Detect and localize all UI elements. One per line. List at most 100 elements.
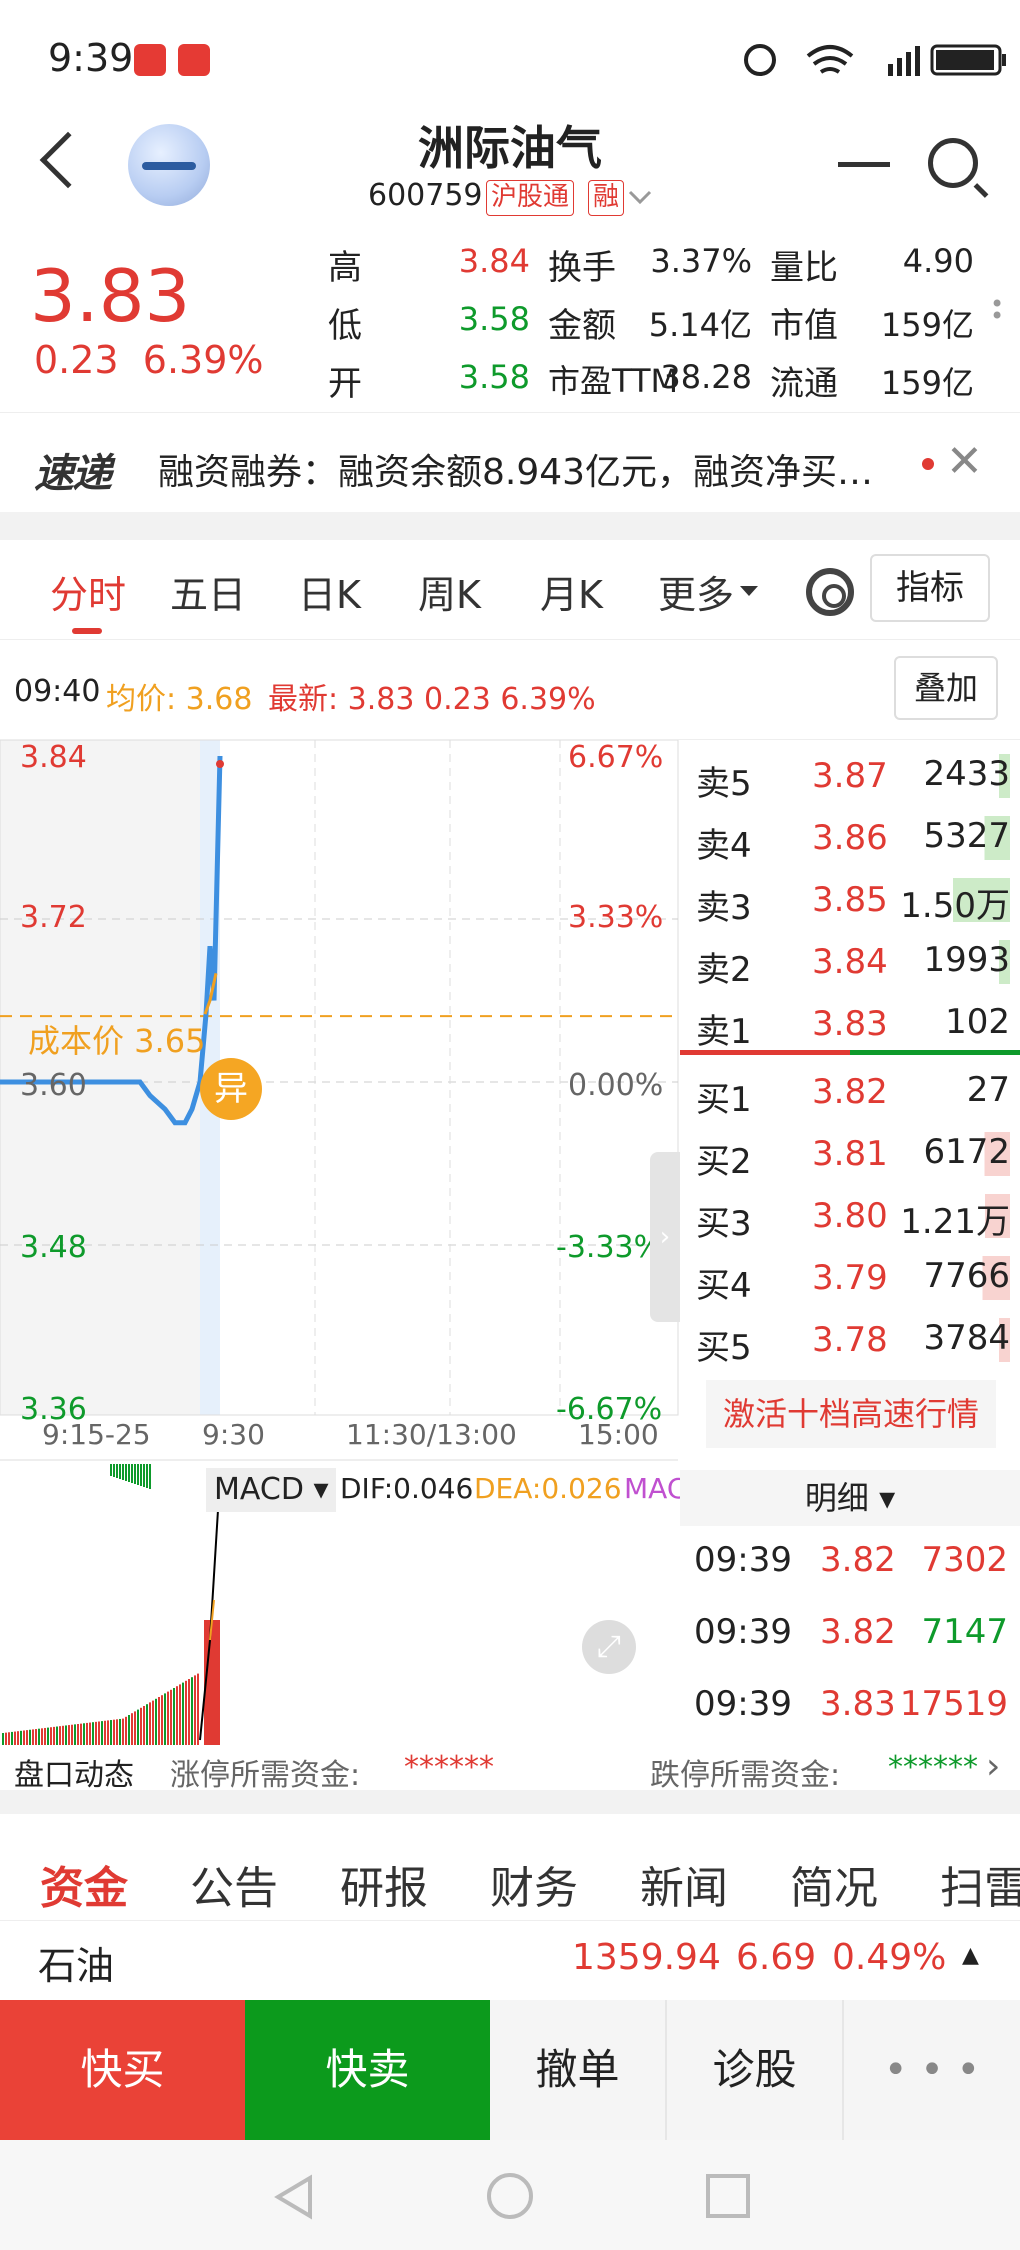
macd-bar xyxy=(164,1693,166,1745)
open-label: 开 xyxy=(328,364,362,404)
ask-row[interactable]: 卖4 3.86 5327 xyxy=(680,808,1020,870)
bid-price: 3.81 xyxy=(812,1134,888,1174)
news-banner[interactable]: 速递 融资融券：融资余额8.943亿元，融资净买… xyxy=(0,412,1020,512)
ask-row[interactable]: 卖1 3.83 102 xyxy=(680,994,1020,1056)
macd-bar-neg xyxy=(149,1464,151,1489)
bid-row[interactable]: 买3 3.80 1.21万 xyxy=(680,1186,1020,1248)
tab-news[interactable]: 新闻 xyxy=(640,1852,728,1916)
bid-row[interactable]: 买4 3.79 7766 xyxy=(680,1248,1020,1310)
bid-price: 3.80 xyxy=(812,1196,888,1236)
search-icon[interactable] xyxy=(928,138,978,188)
intraday-chart[interactable]: 3.84 3.72 3.60 3.48 3.36 6.67% 3.33% 0.0… xyxy=(0,739,680,1750)
macd-bar xyxy=(2,1733,4,1745)
tab-more[interactable]: 更多 xyxy=(658,564,734,619)
float-cap-value: 159亿 xyxy=(880,364,974,402)
macd-bar-neg xyxy=(125,1464,127,1481)
macd-selector[interactable]: MACD ▾ xyxy=(206,1468,336,1512)
limit-down-label: 跌停所需资金: xyxy=(650,1758,841,1793)
tab-profile[interactable]: 简况 xyxy=(790,1852,878,1916)
tab-five-day[interactable]: 五日 xyxy=(170,564,246,619)
macd-bar xyxy=(197,1673,199,1745)
y-tick-label-right: -3.33% xyxy=(556,1230,663,1265)
macd-bar xyxy=(77,1724,79,1745)
tab-funds[interactable]: 资金 xyxy=(40,1852,128,1916)
trade-time: 09:39 xyxy=(694,1540,792,1580)
quick-buy-button[interactable]: 快买 xyxy=(0,2000,245,2140)
sector-row[interactable]: 石油 1359.94 6.69 0.49% ▲ xyxy=(0,1920,1020,2000)
overlay-button[interactable]: 叠加 xyxy=(894,656,998,720)
unread-dot-icon xyxy=(922,458,934,470)
gear-icon[interactable] xyxy=(806,568,854,616)
macd-bar-neg xyxy=(146,1464,148,1488)
trade-volume: 7302 xyxy=(921,1540,1008,1580)
caret-up-icon[interactable]: ▲ xyxy=(962,1943,979,1968)
recents-icon[interactable] xyxy=(704,2172,752,2220)
tab-daily-k[interactable]: 日K xyxy=(298,564,361,619)
tab-monthly-k[interactable]: 月K xyxy=(540,564,603,619)
tab-intraday[interactable]: 分时 xyxy=(50,564,126,619)
minimize-icon[interactable] xyxy=(838,162,890,167)
collapse-handle[interactable]: › xyxy=(650,1152,680,1322)
more-icon[interactable]: • • • xyxy=(844,2000,1020,2140)
tab-financials[interactable]: 财务 xyxy=(490,1852,578,1916)
macd-bar xyxy=(194,1675,196,1745)
quick-sell-button[interactable]: 快卖 xyxy=(245,2000,490,2140)
ask-price: 3.87 xyxy=(812,756,888,796)
bid-label: 买3 xyxy=(696,1204,752,1244)
y-tick-label: 3.60 xyxy=(20,1068,87,1103)
bid-row[interactable]: 买2 3.81 6172 xyxy=(680,1124,1020,1186)
y-tick-label: 3.48 xyxy=(20,1230,87,1265)
trade-time: 09:39 xyxy=(694,1684,792,1724)
bid-volume: 3784 xyxy=(919,1318,1010,1362)
limit-up-value: ****** xyxy=(404,1750,494,1785)
tab-weekly-k[interactable]: 周K xyxy=(418,564,481,619)
macd-bar-neg xyxy=(128,1464,130,1482)
banner-text[interactable]: 融资融券：融资余额8.943亿元，融资净买… xyxy=(158,443,918,495)
more-dots-icon[interactable]: • • xyxy=(990,292,1004,328)
cancel-order-button[interactable]: 撤单 xyxy=(490,2000,667,2140)
bid-row[interactable]: 买5 3.78 3784 xyxy=(680,1310,1020,1372)
trade-detail[interactable]: 明细 ▾ 09:39 3.82 7302 09:39 3.82 7147 09:39 3.83… xyxy=(680,1470,1020,1750)
ask-row[interactable]: 卖2 3.84 1993 xyxy=(680,932,1020,994)
expand-icon[interactable]: ⤢ xyxy=(582,1620,636,1674)
anomaly-badge[interactable]: 异 xyxy=(200,1058,262,1120)
macd-bar xyxy=(89,1722,91,1745)
macd-bar xyxy=(8,1732,10,1745)
avg-price-label: 均价: 3.68 xyxy=(106,682,253,717)
quote-panel: 3.83 0.23 6.39% 高 低 开 3.84 3.58 3.58 换手 … xyxy=(0,230,1020,410)
indicator-button[interactable]: 指标 xyxy=(870,554,990,622)
macd-bar xyxy=(29,1729,31,1745)
low-value: 3.58 xyxy=(458,300,530,338)
macd-bar xyxy=(17,1731,19,1745)
chevron-down-icon[interactable] xyxy=(628,190,652,206)
bid-label: 买1 xyxy=(696,1080,752,1120)
ask-row[interactable]: 卖5 3.87 2433 xyxy=(680,746,1020,808)
diagnose-button[interactable]: 诊股 xyxy=(667,2000,844,2140)
tab-announcements[interactable]: 公告 xyxy=(190,1852,278,1916)
tab-research[interactable]: 研报 xyxy=(340,1852,428,1916)
macd-bar xyxy=(44,1727,46,1745)
back-icon[interactable] xyxy=(270,2172,320,2222)
turnover-label: 换手 xyxy=(548,248,616,288)
ask-row[interactable]: 卖3 3.85 1.50万 xyxy=(680,870,1020,932)
activate-level2-button[interactable]: 激活十档高速行情 xyxy=(706,1380,996,1448)
caret-down-icon[interactable] xyxy=(738,584,760,598)
hk-connect-badge: 沪股通 xyxy=(486,180,575,216)
bid-price: 3.79 xyxy=(812,1258,888,1298)
trade-price: 3.82 xyxy=(820,1540,896,1580)
trade-time: 09:39 xyxy=(694,1612,792,1652)
trade-price: 3.82 xyxy=(820,1612,896,1652)
ask-price: 3.83 xyxy=(812,1004,888,1044)
stock-code: 600759 xyxy=(368,178,483,213)
chevron-right-icon[interactable]: › xyxy=(986,1746,1000,1787)
stock-name: 洲际油气 xyxy=(418,121,602,175)
market-cap-value: 159亿 xyxy=(880,306,974,344)
macd-bar xyxy=(170,1689,172,1745)
home-icon[interactable] xyxy=(484,2170,536,2222)
x-tick-label: 9:30 xyxy=(202,1418,265,1451)
close-icon[interactable]: ✕ xyxy=(946,436,983,487)
tab-risk-scan[interactable]: 扫雷 xyxy=(940,1852,1020,1916)
detail-header[interactable]: 明细 ▾ xyxy=(680,1470,1020,1526)
bid-row[interactable]: 买1 3.82 27 xyxy=(680,1062,1020,1124)
volume-ratio-value: 4.90 xyxy=(902,242,974,280)
